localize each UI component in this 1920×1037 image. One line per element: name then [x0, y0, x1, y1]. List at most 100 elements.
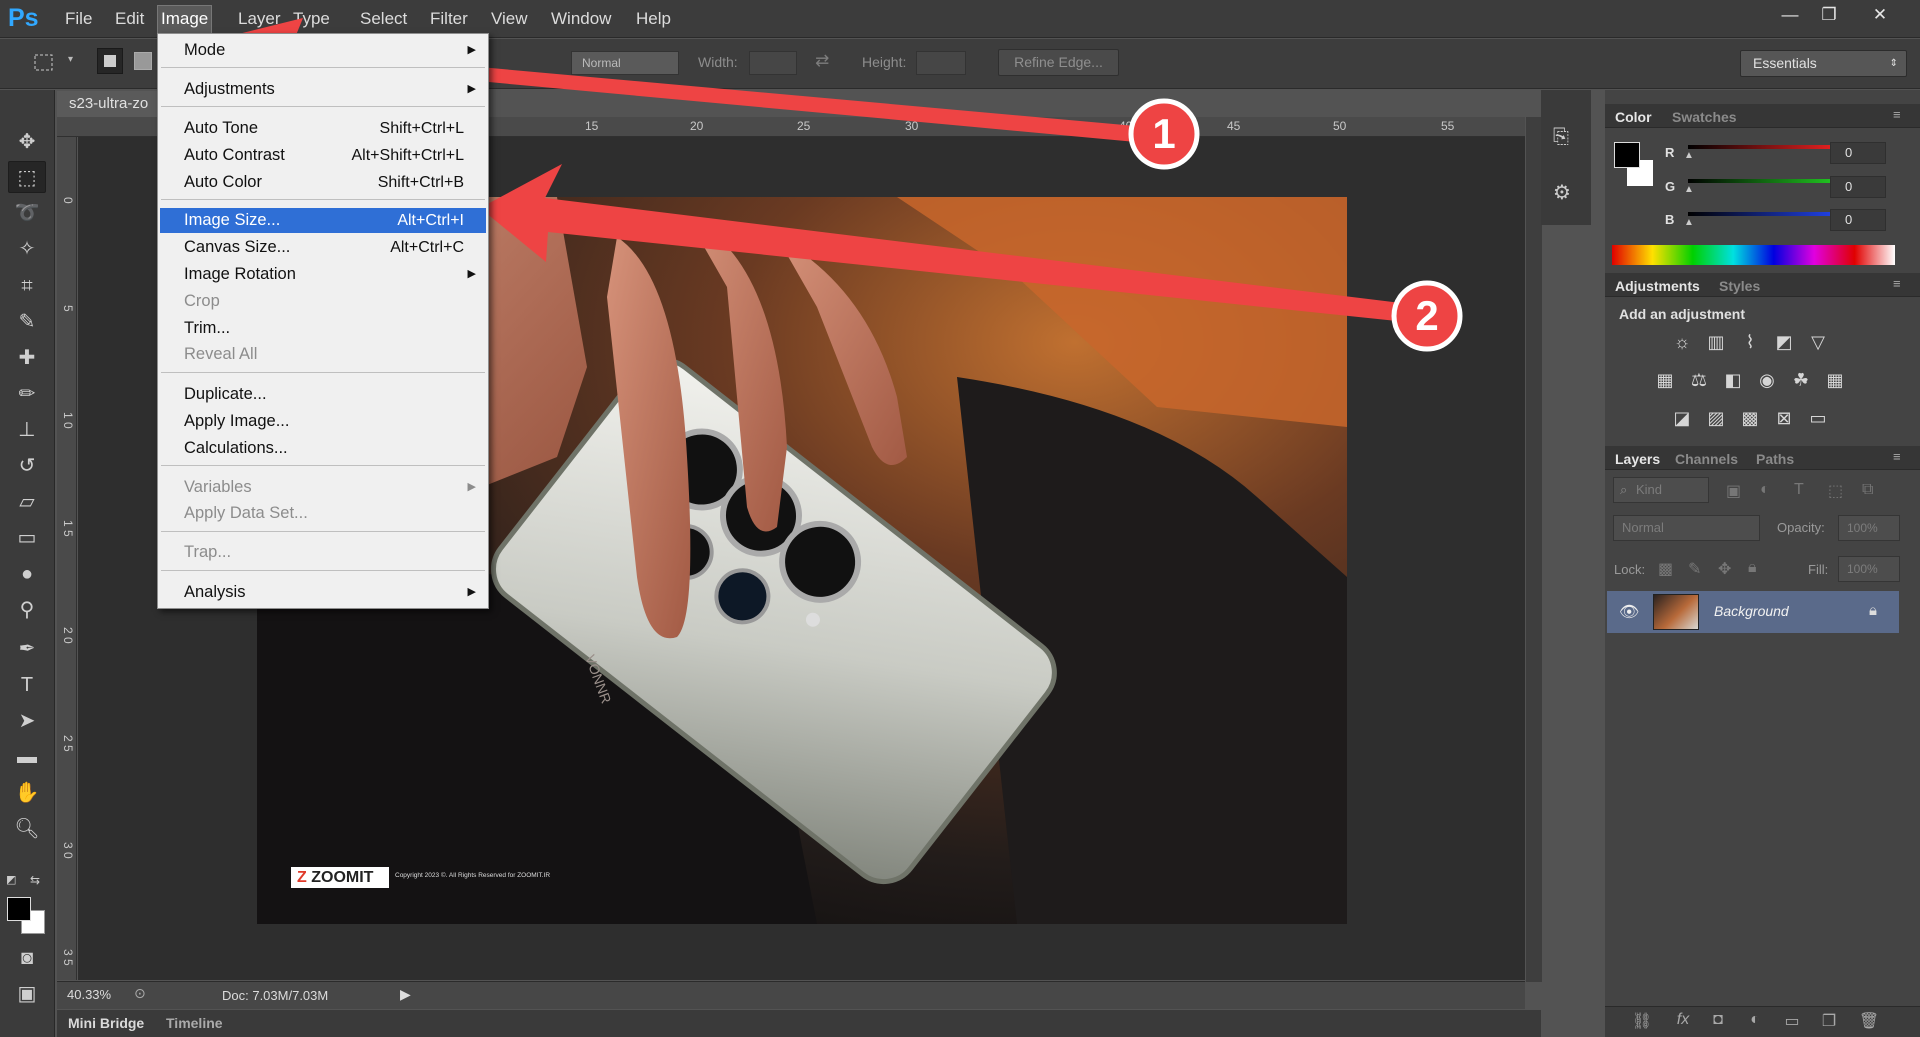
filter-adjustment-icon[interactable]: ◐	[1760, 481, 1770, 499]
menu-item-label: Mode	[184, 41, 226, 59]
curves-icon[interactable]: ⌇	[1737, 330, 1763, 354]
new-adjustment-layer-icon[interactable]: ◐	[1744, 1011, 1766, 1029]
new-layer-icon[interactable]: ❐	[1818, 1011, 1840, 1031]
hue-saturation-icon[interactable]: ▦	[1652, 368, 1678, 392]
blend-mode-select[interactable]: Normal	[1613, 515, 1760, 541]
photoshop-window: Ps File Edit Image Layer Type Select Fil…	[0, 0, 1920, 1037]
tab-paths[interactable]: Paths	[1756, 451, 1794, 467]
r-slider[interactable]	[1688, 145, 1830, 149]
color-spectrum-bar[interactable]	[1612, 245, 1895, 265]
g-value[interactable]: 0	[1830, 176, 1886, 198]
lock-transparent-icon[interactable]: ▩	[1658, 559, 1673, 579]
b-slider-thumb-icon[interactable]: ▲	[1684, 217, 1694, 228]
menu-item-canvas-size[interactable]: Canvas Size... Alt+Ctrl+C	[160, 235, 486, 260]
menu-item-adjustments[interactable]: Adjustments ▶	[160, 77, 486, 102]
opacity-field[interactable]: 100%	[1838, 515, 1900, 541]
fx-icon[interactable]: fx	[1672, 1011, 1694, 1029]
menu-item-label: Apply Data Set...	[184, 504, 308, 522]
menu-item-auto-color[interactable]: Auto Color Shift+Ctrl+B	[160, 170, 486, 195]
filter-pixel-icon[interactable]: ▣	[1726, 481, 1741, 501]
color-fg-swatch[interactable]	[1614, 142, 1640, 168]
menu-item-label: Adjustments	[184, 80, 275, 98]
layer-name[interactable]: Background	[1714, 603, 1789, 619]
tab-adjustments[interactable]: Adjustments	[1615, 278, 1700, 294]
menu-item-label: Apply Image...	[184, 412, 290, 430]
color-balance-icon[interactable]: ⚖	[1686, 368, 1712, 392]
black-white-icon[interactable]: ◧	[1720, 368, 1746, 392]
menu-item-label: Canvas Size...	[184, 238, 291, 256]
menu-item-duplicate[interactable]: Duplicate...	[160, 382, 486, 407]
menu-item-trim[interactable]: Trim...	[160, 316, 486, 341]
threshold-icon[interactable]: ▩	[1737, 406, 1763, 430]
submenu-arrow-icon: ▶	[467, 83, 476, 95]
menu-separator	[161, 570, 485, 571]
b-value[interactable]: 0	[1830, 209, 1886, 231]
history-panel-icon[interactable]: ⎘	[1553, 126, 1569, 149]
menu-item-apply-image[interactable]: Apply Image...	[160, 409, 486, 434]
g-slider[interactable]	[1688, 179, 1830, 183]
foreground-color-swatch[interactable]	[7, 897, 31, 921]
filter-type-icon[interactable]: T	[1794, 481, 1804, 499]
posterize-icon[interactable]: ▨	[1703, 406, 1729, 430]
menu-item-mode[interactable]: Mode ▶	[160, 38, 486, 63]
eye-visibility-icon[interactable]: 👁︎	[1619, 602, 1639, 622]
add-adjustment-title: Add an adjustment	[1619, 306, 1746, 322]
vibrance-icon[interactable]: ▽	[1805, 330, 1831, 354]
gradient-map-icon[interactable]: ▭	[1805, 406, 1831, 430]
exposure-icon[interactable]: ◩	[1771, 330, 1797, 354]
filter-shape-icon[interactable]: ⬚	[1828, 481, 1843, 501]
menu-separator	[161, 372, 485, 373]
menu-item-calculations[interactable]: Calculations...	[160, 436, 486, 461]
menu-item-reveal-all[interactable]: Reveal All	[160, 342, 486, 367]
tab-channels[interactable]: Channels	[1675, 451, 1738, 467]
menu-item-label: Trim...	[184, 319, 231, 337]
layer-row-background[interactable]: 👁︎ Background 🔒︎	[1607, 591, 1899, 633]
b-slider[interactable]	[1688, 212, 1830, 216]
color-lookup-icon[interactable]: ▦	[1822, 368, 1848, 392]
layer-filter-kind[interactable]: ⌕ Kind	[1613, 477, 1709, 503]
lock-image-icon[interactable]: ✎	[1688, 559, 1701, 579]
properties-panel-icon[interactable]: ⚙	[1553, 180, 1571, 205]
menu-item-image-size[interactable]: Image Size... Alt+Ctrl+I	[160, 208, 486, 233]
menu-item-image-rotation[interactable]: Image Rotation ▶	[160, 262, 486, 287]
r-slider-thumb-icon[interactable]: ▲	[1684, 150, 1694, 161]
photo-filter-icon[interactable]: ◉	[1754, 368, 1780, 392]
menu-separator	[161, 199, 485, 200]
fill-label: Fill:	[1808, 562, 1829, 577]
menu-separator	[161, 67, 485, 68]
menu-item-auto-contrast[interactable]: Auto Contrast Alt+Shift+Ctrl+L	[160, 143, 486, 168]
panel-menu-icon[interactable]: ≡	[1893, 107, 1901, 122]
invert-icon[interactable]: ◪	[1669, 406, 1695, 430]
brightness-icon[interactable]: ☼	[1669, 330, 1695, 354]
menu-item-apply-data-set[interactable]: Apply Data Set...	[160, 501, 486, 526]
menu-item-variables[interactable]: Variables ▶	[160, 475, 486, 500]
tab-color[interactable]: Color	[1615, 109, 1652, 125]
tab-swatches[interactable]: Swatches	[1672, 109, 1737, 125]
menu-item-trap[interactable]: Trap...	[160, 540, 486, 565]
lock-position-icon[interactable]: ✥	[1718, 559, 1731, 579]
channel-mixer-icon[interactable]: ☘	[1788, 368, 1814, 392]
tab-layers[interactable]: Layers	[1615, 451, 1660, 467]
menu-item-analysis[interactable]: Analysis ▶	[160, 580, 486, 605]
menu-item-auto-tone[interactable]: Auto Tone Shift+Ctrl+L	[160, 116, 486, 141]
r-value[interactable]: 0	[1830, 142, 1886, 164]
new-group-icon[interactable]: ▭	[1781, 1011, 1803, 1031]
selective-color-icon[interactable]: ⊠	[1771, 406, 1797, 430]
menu-item-crop[interactable]: Crop	[160, 289, 486, 314]
link-layers-icon[interactable]: ⛓	[1631, 1011, 1653, 1031]
tab-styles[interactable]: Styles	[1719, 278, 1760, 294]
opacity-label: Opacity:	[1777, 520, 1825, 535]
filter-smart-icon[interactable]: ⧉	[1862, 481, 1873, 499]
fill-field[interactable]: 100%	[1838, 556, 1900, 582]
color-panel-tabs	[1605, 104, 1920, 128]
levels-icon[interactable]: ▥	[1703, 330, 1729, 354]
delete-layer-icon[interactable]: 🗑︎	[1858, 1011, 1880, 1031]
menu-item-shortcut: Alt+Ctrl+C	[390, 239, 464, 256]
channel-g-label: G	[1665, 179, 1676, 194]
menu-item-label: Crop	[184, 292, 220, 310]
lock-all-icon[interactable]: 🔒︎	[1748, 559, 1757, 577]
add-mask-icon[interactable]: ◘	[1707, 1011, 1729, 1029]
g-slider-thumb-icon[interactable]: ▲	[1684, 184, 1694, 195]
panel-menu-icon[interactable]: ≡	[1893, 276, 1901, 291]
panel-menu-icon[interactable]: ≡	[1893, 449, 1901, 464]
